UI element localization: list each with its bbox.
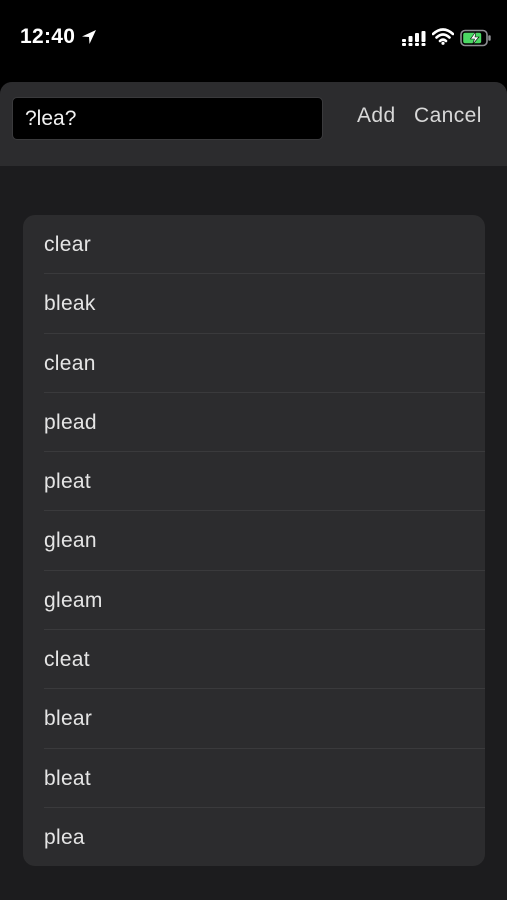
search-input[interactable]	[12, 97, 323, 140]
list-item[interactable]: blear	[23, 689, 485, 749]
list-item[interactable]: plea	[23, 808, 485, 866]
battery-charging-icon	[460, 29, 491, 47]
location-arrow-icon	[82, 30, 96, 44]
list-item[interactable]: cleat	[23, 630, 485, 690]
wifi-icon	[432, 28, 454, 45]
add-button[interactable]: Add	[357, 104, 396, 128]
list-item[interactable]: pleat	[23, 452, 485, 512]
search-header: Add Cancel	[0, 82, 507, 166]
list-item[interactable]: bleat	[23, 749, 485, 809]
list-item[interactable]: clear	[23, 215, 485, 275]
list-item[interactable]: gleam	[23, 571, 485, 631]
list-item[interactable]: bleak	[23, 274, 485, 334]
results-list: clear bleak clean plead pleat glean glea…	[23, 215, 485, 866]
search-sheet: Add Cancel clear bleak clean plead pleat…	[0, 82, 507, 900]
status-time: 12:40	[20, 25, 76, 48]
signal-icon	[402, 31, 426, 46]
list-item[interactable]: plead	[23, 393, 485, 453]
cancel-button[interactable]: Cancel	[414, 104, 482, 128]
list-item[interactable]: clean	[23, 334, 485, 394]
status-bar: 12:40	[0, 0, 507, 80]
list-item[interactable]: glean	[23, 511, 485, 572]
